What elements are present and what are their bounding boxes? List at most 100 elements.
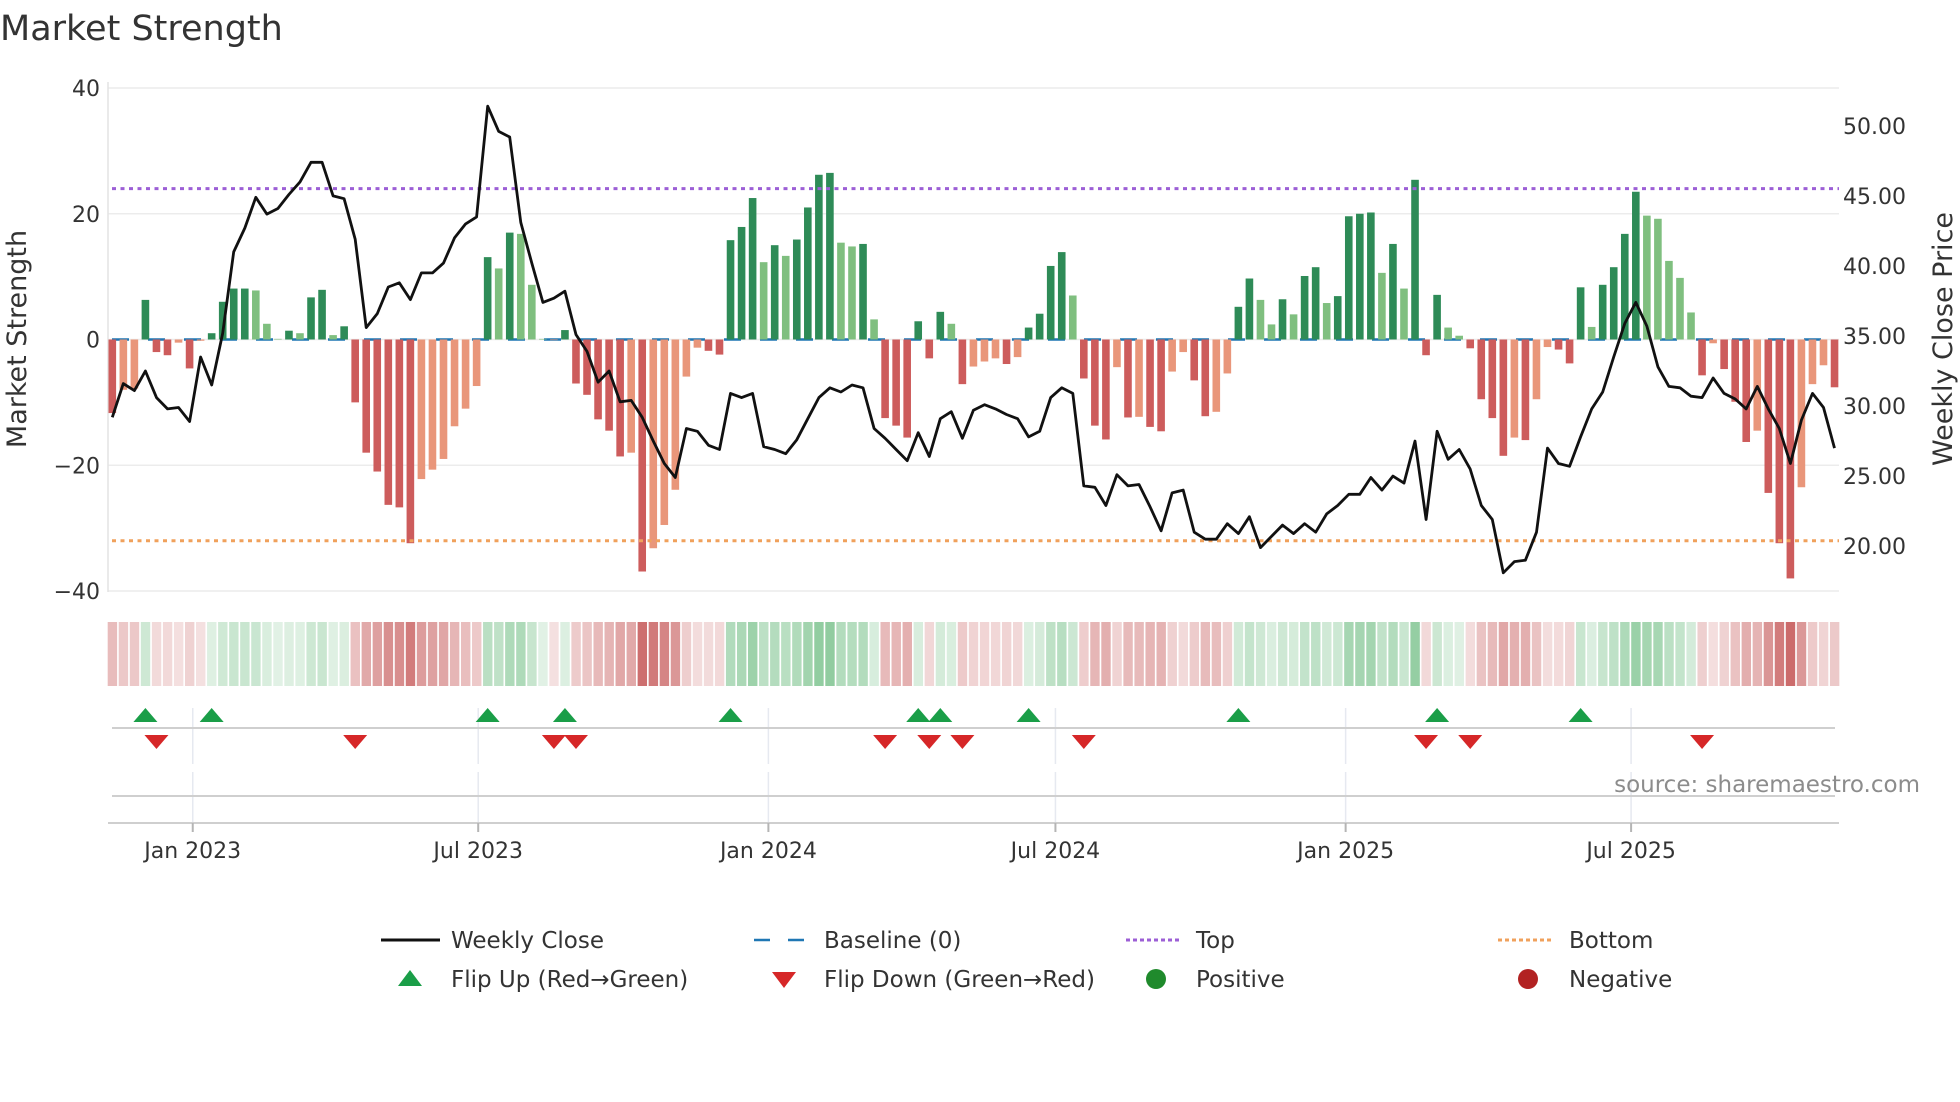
- strength-bar: [550, 339, 558, 341]
- strength-bar: [1256, 299, 1265, 340]
- heat-cell: [1366, 622, 1376, 686]
- heat-cell: [725, 622, 736, 686]
- legend-flip-up-label: Flip Up (Red→Green): [451, 967, 688, 993]
- strength-bar: [903, 339, 911, 438]
- heat-cell: [1653, 622, 1663, 686]
- heat-cell: [902, 622, 912, 686]
- legend-positive-label: Positive: [1196, 967, 1285, 993]
- heat-cell: [869, 622, 879, 686]
- heat-cell: [140, 622, 151, 686]
- heat-cell: [1167, 622, 1177, 686]
- flip-down-marker: [950, 735, 975, 749]
- heat-cell: [1520, 622, 1531, 686]
- strength-bar: [274, 338, 282, 340]
- right-tick-label: 50.00: [1843, 115, 1906, 140]
- strength-bar: [1234, 306, 1243, 340]
- heat-cell: [946, 622, 957, 686]
- strength-bar: [1742, 339, 1751, 442]
- flip-up-marker: [475, 708, 500, 722]
- heat-cell: [1752, 622, 1763, 686]
- flip-up-marker: [1568, 708, 1593, 722]
- strength-bar: [1665, 260, 1673, 340]
- strength-bar: [263, 323, 271, 340]
- flip-down-marker: [873, 735, 898, 749]
- heat-cell: [1509, 622, 1520, 686]
- heat-cell: [1355, 622, 1365, 686]
- strength-bar: [461, 339, 470, 409]
- legend-close-label: Weekly Close: [451, 928, 604, 954]
- heat-cell: [1277, 622, 1288, 686]
- strength-bar: [1720, 339, 1728, 370]
- strength-bar: [1289, 314, 1298, 340]
- heat-cell: [328, 622, 338, 686]
- strength-bar: [141, 299, 150, 340]
- heat-cell: [1035, 622, 1045, 686]
- heat-cell: [284, 622, 294, 686]
- left-tick-label: −40: [54, 580, 100, 605]
- strength-bar: [1245, 278, 1254, 340]
- heat-cell: [1531, 622, 1542, 686]
- strength-bar: [870, 319, 878, 340]
- heat-cell: [1189, 622, 1200, 686]
- strength-bar: [947, 323, 956, 340]
- strength-bar: [726, 240, 735, 340]
- left-axis-label: Market Strength: [2, 230, 33, 448]
- strength-bar: [605, 339, 613, 431]
- heat-cell: [1178, 622, 1188, 686]
- strength-bar: [1709, 339, 1717, 344]
- strength-bar: [163, 339, 172, 356]
- strength-bar: [1676, 277, 1684, 340]
- heat-cell: [637, 622, 648, 686]
- strength-bar: [638, 339, 647, 572]
- x-tick-label: Jan 2025: [1295, 839, 1394, 864]
- heat-cell: [1664, 622, 1674, 686]
- heat-cell: [229, 622, 239, 686]
- strength-bar: [1135, 339, 1143, 417]
- flip-up-marker: [718, 708, 743, 722]
- strength-bar: [1598, 284, 1607, 340]
- flip-down-marker: [1690, 735, 1715, 749]
- strength-bar: [1433, 294, 1441, 340]
- strength-bar: [1367, 212, 1375, 340]
- strength-bar: [1532, 339, 1541, 400]
- strength-bar: [1510, 339, 1519, 438]
- heat-cell: [1322, 622, 1332, 686]
- strength-bar: [627, 339, 635, 453]
- heat-cell: [1333, 622, 1343, 686]
- strength-bar: [528, 284, 536, 340]
- flip-up-marker: [552, 708, 577, 722]
- strength-bar: [1400, 288, 1408, 340]
- heat-cell: [1388, 622, 1398, 686]
- strength-bar: [240, 288, 249, 340]
- strength-bar: [406, 339, 415, 544]
- flip-up-triangle-icon: [398, 970, 422, 986]
- left-y-ticks: 40 20 0 −20 −40: [54, 77, 100, 605]
- heat-cell: [118, 622, 129, 686]
- strength-bar: [1609, 267, 1618, 340]
- strength-bar: [1565, 339, 1574, 364]
- strength-bar: [914, 321, 923, 340]
- heat-cell: [527, 622, 537, 686]
- strength-bar: [1179, 339, 1187, 353]
- heat-cell: [880, 622, 890, 686]
- heat-cell: [814, 622, 824, 686]
- strength-bar: [1466, 339, 1475, 349]
- heat-cell: [582, 622, 592, 686]
- strength-bar: [1698, 339, 1706, 376]
- strength-bar: [1013, 339, 1022, 358]
- heat-cell: [1631, 622, 1641, 686]
- heat-cell: [427, 622, 438, 686]
- heat-cell: [1796, 622, 1807, 686]
- heat-cell: [1057, 622, 1067, 686]
- strength-bar: [1322, 303, 1331, 340]
- heat-cell: [1553, 622, 1564, 686]
- strength-bar: [1068, 295, 1077, 340]
- strength-bar: [1267, 324, 1276, 340]
- heat-cell: [1730, 622, 1740, 686]
- heat-cell: [1200, 622, 1211, 686]
- heat-cell: [472, 622, 482, 686]
- strength-bar: [1356, 213, 1364, 340]
- strength-bar: [1499, 339, 1508, 456]
- strength-bar: [450, 339, 459, 427]
- heat-cell: [858, 622, 868, 686]
